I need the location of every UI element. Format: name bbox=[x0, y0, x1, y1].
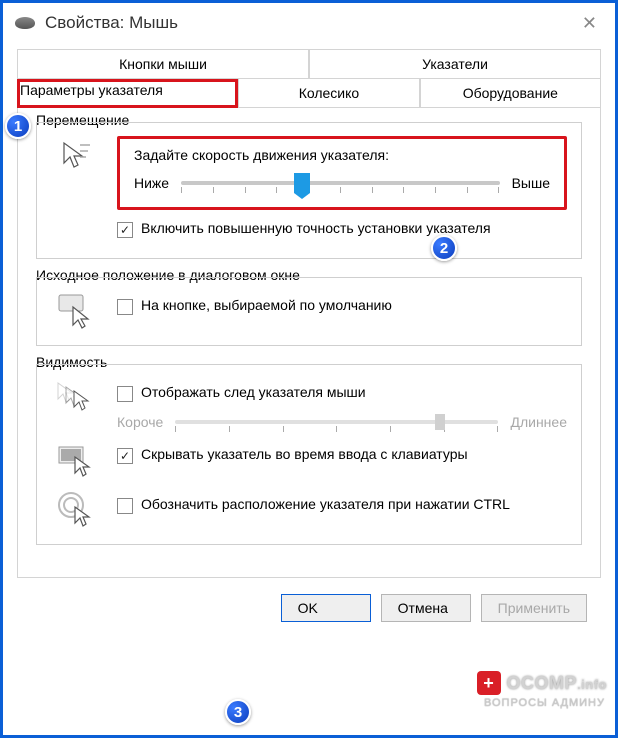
speed-fast-label: Выше bbox=[512, 175, 550, 191]
titlebar: Свойства: Мышь ✕ bbox=[3, 3, 615, 43]
ok-button[interactable]: OK bbox=[281, 594, 371, 622]
tab-wheel[interactable]: Колесико bbox=[238, 79, 419, 108]
watermark-plus-icon: + bbox=[477, 671, 501, 695]
hide-pointer-icon bbox=[57, 440, 97, 480]
watermark-sub: ВОПРОСЫ АДМИНУ bbox=[484, 697, 605, 709]
tab-content: Перемещение Задайте скорость движения ук… bbox=[17, 108, 601, 578]
watermark-brand: OCOMP bbox=[507, 673, 578, 693]
snap-group: Исходное положение в диалоговом окне На … bbox=[36, 277, 582, 346]
mouse-icon bbox=[15, 17, 35, 29]
trail-short-label: Короче bbox=[117, 414, 163, 430]
trail-long-label: Длиннее bbox=[510, 414, 567, 430]
speed-slider-thumb[interactable] bbox=[294, 173, 310, 193]
tab-hardware[interactable]: Оборудование bbox=[420, 79, 601, 108]
trail-slider-thumb bbox=[435, 414, 445, 430]
visibility-group: Видимость bbox=[36, 364, 582, 545]
watermark: + OCOMP.info bbox=[477, 671, 607, 695]
apply-button[interactable]: Применить bbox=[481, 594, 587, 622]
ctrl-checkbox[interactable] bbox=[117, 498, 133, 514]
hide-label: Скрывать указатель во время ввода с клав… bbox=[141, 446, 468, 462]
speed-label: Задайте скорость движения указателя: bbox=[134, 147, 550, 163]
tabs-row-1: Кнопки мыши Указатели bbox=[17, 49, 601, 79]
watermark-tld: .info bbox=[577, 677, 607, 692]
dialog-body: Кнопки мыши Указатели Параметры указател… bbox=[3, 43, 615, 640]
callout-3: 3 bbox=[225, 699, 251, 725]
tab-pointers[interactable]: Указатели bbox=[309, 49, 601, 79]
tab-buttons[interactable]: Кнопки мыши bbox=[17, 49, 309, 79]
ctrl-label: Обозначить расположение указателя при на… bbox=[141, 496, 510, 512]
callout-1: 1 bbox=[5, 113, 31, 139]
trail-slider bbox=[175, 420, 498, 424]
snap-to-icon bbox=[57, 291, 97, 331]
ctrl-locate-icon bbox=[57, 490, 97, 530]
movement-group: Перемещение Задайте скорость движения ук… bbox=[36, 122, 582, 259]
pointer-trail-icon bbox=[57, 378, 97, 418]
tab-pointer-options[interactable]: Параметры указателя bbox=[20, 82, 235, 105]
precision-label: Включить повышенную точность установки у… bbox=[141, 220, 491, 236]
snap-checkbox[interactable] bbox=[117, 299, 133, 315]
close-button[interactable]: ✕ bbox=[576, 7, 603, 40]
dialog-buttons: OK Отмена Применить bbox=[17, 578, 601, 626]
speed-slow-label: Ниже bbox=[134, 175, 169, 191]
callout-2: 2 bbox=[431, 235, 457, 261]
tabs-row-2: Параметры указателя Колесико Оборудовани… bbox=[17, 79, 601, 108]
snap-label: На кнопке, выбираемой по умолчанию bbox=[141, 297, 392, 313]
trail-label: Отображать след указателя мыши bbox=[141, 384, 366, 400]
pointer-speed-icon bbox=[57, 136, 97, 176]
window-title: Свойства: Мышь bbox=[45, 13, 178, 33]
cancel-button[interactable]: Отмена bbox=[381, 594, 471, 622]
precision-checkbox[interactable] bbox=[117, 222, 133, 238]
speed-highlight-box: Задайте скорость движения указателя: Ниж… bbox=[117, 136, 567, 210]
speed-slider[interactable] bbox=[181, 181, 499, 185]
hide-checkbox[interactable] bbox=[117, 448, 133, 464]
trail-checkbox[interactable] bbox=[117, 386, 133, 402]
